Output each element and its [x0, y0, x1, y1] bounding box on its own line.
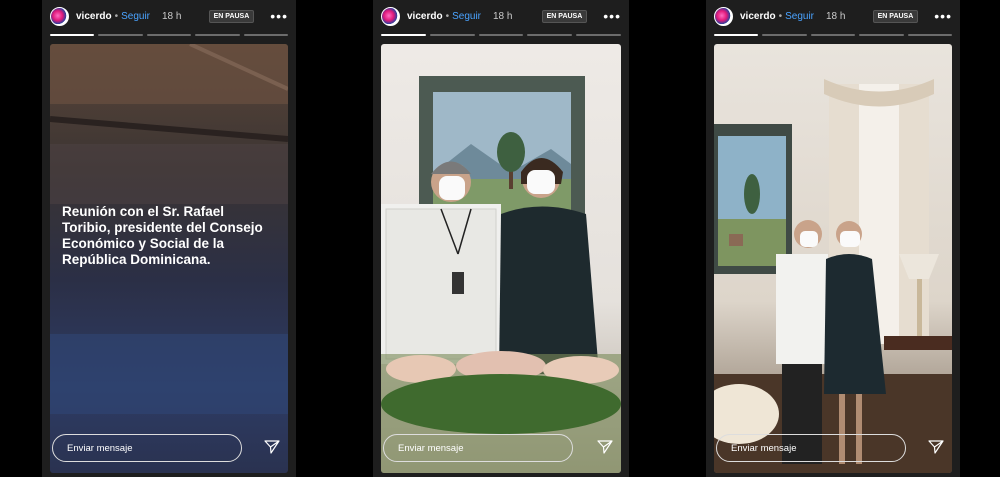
follow-button[interactable]: Seguir: [452, 11, 481, 22]
progress-segment: [195, 34, 240, 36]
story-header: vicerdo • Seguir 18 h EN PAUSA •••: [50, 6, 288, 26]
progress-segment: [243, 34, 289, 36]
meeting-room-photo: [714, 79, 952, 473]
username-link[interactable]: vicerdo: [76, 11, 112, 22]
meeting-photo: [381, 76, 621, 473]
story-caption: Reunión con el Sr. Rafael Toribio, presi…: [62, 204, 263, 267]
progress-segment: [907, 34, 953, 36]
progress-segment: [859, 34, 904, 36]
story-panel-3[interactable]: vicerdo • Seguir 18 h EN PAUSA ••• Envia…: [706, 0, 960, 477]
progress-segment: [576, 34, 621, 36]
follow-button[interactable]: Seguir: [785, 11, 814, 22]
progress-segment: [381, 34, 426, 36]
progress-segment: [146, 34, 192, 36]
story-media: [714, 44, 952, 473]
more-options-icon[interactable]: •••: [934, 9, 952, 23]
more-options-icon[interactable]: •••: [603, 9, 621, 23]
send-message-input[interactable]: Enviar mensaje: [52, 434, 242, 462]
story-panel-2[interactable]: vicerdo • Seguir 18 h EN PAUSA ••• Envia…: [373, 0, 629, 477]
send-icon[interactable]: [928, 439, 944, 455]
send-message-input[interactable]: Enviar mensaje: [383, 434, 573, 462]
timestamp: 18 h: [493, 10, 513, 22]
progress-segment: [714, 34, 759, 36]
progress-segment: [810, 34, 856, 36]
avatar[interactable]: [714, 6, 733, 26]
timestamp: 18 h: [162, 10, 182, 22]
paused-badge: EN PAUSA: [541, 9, 588, 23]
progress-segment: [50, 34, 95, 36]
send-message-input[interactable]: Enviar mensaje: [716, 434, 906, 462]
send-icon[interactable]: [264, 439, 280, 455]
story-panel-1[interactable]: vicerdo • Seguir 18 h EN PAUSA ••• Reuni…: [42, 0, 296, 477]
username-link[interactable]: vicerdo: [407, 11, 443, 22]
progress-segment: [478, 34, 524, 36]
more-options-icon[interactable]: •••: [270, 9, 288, 23]
progress-segment: [762, 34, 807, 36]
story-header: vicerdo • Seguir 18 h EN PAUSA •••: [714, 6, 952, 26]
story-header: vicerdo • Seguir 18 h EN PAUSA •••: [381, 6, 621, 26]
story-media: Reunión con el Sr. Rafael Toribio, presi…: [50, 44, 288, 473]
avatar[interactable]: [50, 6, 69, 26]
paused-badge: EN PAUSA: [208, 9, 255, 23]
progress-segment: [98, 34, 143, 36]
paused-badge: EN PAUSA: [872, 9, 919, 23]
progress-segment: [429, 34, 475, 36]
separator-dot: •: [778, 10, 783, 22]
story-progress-bar: [714, 34, 953, 36]
separator-dot: •: [445, 10, 450, 22]
separator-dot: •: [114, 10, 119, 22]
progress-segment: [527, 34, 573, 36]
timestamp: 18 h: [826, 10, 846, 22]
username-link[interactable]: vicerdo: [740, 11, 776, 22]
story-progress-bar: [381, 34, 621, 36]
story-media: [381, 44, 621, 473]
follow-button[interactable]: Seguir: [121, 11, 150, 22]
send-icon[interactable]: [597, 439, 613, 455]
avatar[interactable]: [381, 6, 400, 26]
story-progress-bar: [50, 34, 289, 36]
